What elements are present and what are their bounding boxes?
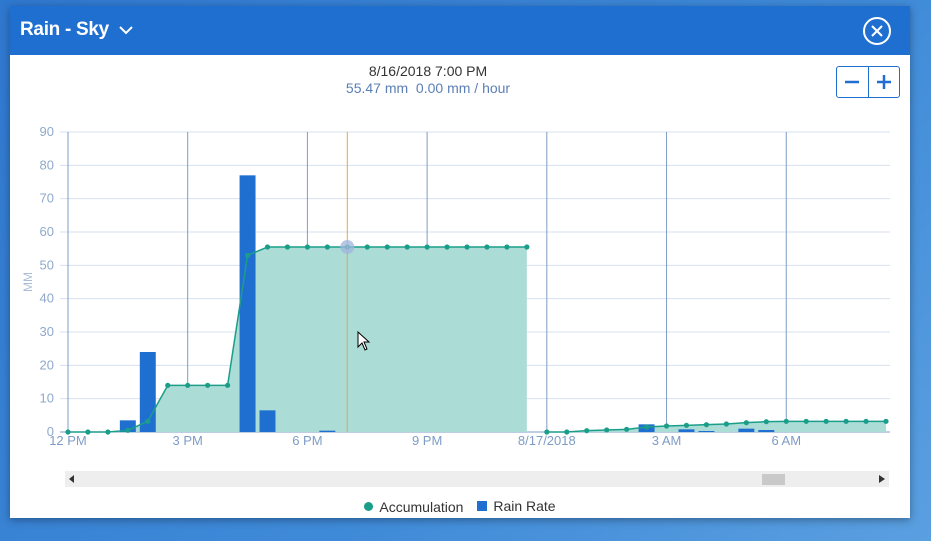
rain-rate-bar — [738, 428, 755, 432]
chart-scrollbar[interactable] — [65, 471, 889, 487]
rain-rate-bar — [758, 430, 775, 432]
accumulation-point — [324, 244, 330, 250]
accumulation-point — [823, 418, 829, 424]
y-axis-label: MM — [21, 272, 35, 292]
accumulation-point — [105, 429, 111, 435]
accumulation-point — [723, 421, 729, 427]
x-tick-label: 3 AM — [652, 433, 682, 448]
y-tick-label: 30 — [40, 324, 54, 339]
legend-label-rain-rate: Rain Rate — [493, 498, 556, 514]
rain-rate-marker-icon — [477, 501, 488, 511]
rain-rate-bar — [698, 431, 715, 432]
accumulation-point — [85, 429, 91, 435]
rain-rate-bar — [319, 430, 336, 432]
accumulation-point — [364, 244, 370, 250]
accumulation-point — [185, 382, 191, 388]
accumulation-point — [484, 244, 490, 250]
accumulation-point — [264, 244, 271, 250]
accumulation-point — [464, 244, 470, 250]
mouse-cursor-icon — [357, 331, 371, 351]
accumulation-point — [743, 420, 749, 426]
accumulation-point — [524, 244, 530, 250]
accumulation-point — [783, 418, 789, 424]
y-tick-label: 40 — [40, 291, 54, 306]
x-tick-label: 8/17/2018 — [518, 433, 576, 448]
scroll-right-button[interactable] — [875, 471, 889, 487]
accumulation-point — [404, 244, 410, 250]
accumulation-point — [584, 428, 590, 434]
accumulation-point — [683, 422, 690, 428]
x-tick-label: 12 PM — [49, 433, 87, 448]
accumulation-point — [544, 429, 550, 435]
scroll-thumb[interactable] — [762, 474, 785, 485]
accumulation-point — [763, 419, 769, 425]
accumulation-point — [803, 418, 809, 424]
accumulation-point — [624, 426, 630, 432]
accumulation-point — [205, 382, 211, 388]
accumulation-point — [643, 424, 650, 430]
accumulation-point — [444, 244, 450, 250]
y-tick-label: 60 — [40, 224, 54, 239]
rain-rate-bar — [239, 175, 256, 433]
y-tick-label: 80 — [40, 157, 54, 172]
y-tick-label: 70 — [40, 191, 54, 206]
accumulation-marker-icon — [364, 502, 374, 511]
accumulation-point — [165, 382, 171, 388]
y-tick-label: 90 — [40, 124, 54, 139]
scroll-left-button[interactable] — [65, 471, 79, 487]
x-tick-label: 6 AM — [771, 433, 801, 448]
caret-left-icon — [69, 475, 74, 483]
y-tick-label: 50 — [40, 257, 54, 272]
hover-highlight-point — [340, 240, 355, 254]
accumulation-point — [604, 427, 610, 433]
rain-rate-bar — [678, 429, 695, 432]
legend-item-accumulation[interactable]: Accumulation — [364, 499, 463, 515]
rain-rate-bar — [259, 410, 276, 432]
chart-legend: Accumulation Rain Rate — [10, 498, 910, 515]
accumulation-point — [284, 244, 291, 250]
accumulation-point — [125, 427, 131, 433]
accumulation-area — [67, 247, 527, 432]
accumulation-point — [304, 244, 311, 250]
accumulation-point — [65, 429, 71, 435]
accumulation-point — [145, 418, 151, 424]
accumulation-point — [564, 429, 570, 435]
x-tick-label: 9 PM — [412, 433, 442, 448]
accumulation-point — [224, 382, 231, 388]
accumulation-point — [504, 244, 510, 250]
accumulation-point — [703, 422, 710, 428]
legend-label-accumulation: Accumulation — [379, 498, 464, 515]
caret-right-icon — [879, 475, 885, 483]
accumulation-point — [384, 244, 390, 250]
accumulation-point — [863, 418, 869, 424]
y-tick-label: 10 — [40, 391, 54, 406]
accumulation-point — [883, 418, 889, 424]
x-tick-label: 3 PM — [173, 433, 203, 448]
x-tick-label: 6 PM — [292, 433, 322, 448]
accumulation-point — [424, 244, 430, 250]
accumulation-point — [843, 418, 849, 424]
y-tick-label: 20 — [40, 357, 54, 372]
legend-item-rain-rate[interactable]: Rain Rate — [477, 498, 556, 514]
rain-chart[interactable]: 0102030405060708090MM12 PM 3 PM 6 PM 9 PM 8/… — [10, 6, 910, 466]
accumulation-point — [663, 423, 670, 429]
rain-chart-dialog: Rain - Sky 8/16/2018 7:00 PM 55.47 mm 0.… — [10, 6, 910, 518]
accumulation-point — [244, 252, 251, 258]
